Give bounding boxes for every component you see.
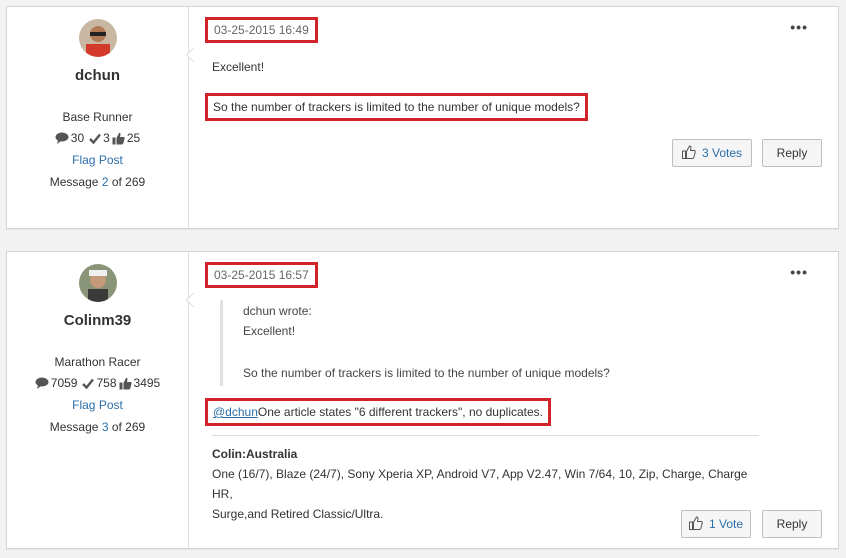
post-2: Colinm39 Marathon Racer 7059 758 3495 Fl… bbox=[6, 251, 839, 549]
message-number[interactable]: 3 bbox=[102, 420, 109, 434]
speech-bubble-icon bbox=[35, 377, 49, 389]
checkmark-icon bbox=[82, 378, 95, 389]
more-options-icon[interactable]: ••• bbox=[790, 264, 808, 280]
quote-line: So the number of trackers is limited to … bbox=[243, 366, 610, 380]
thumbs-up-icon bbox=[112, 132, 125, 145]
post-timestamp: 03-25-2015 16:57 bbox=[205, 262, 318, 288]
avatar[interactable] bbox=[78, 19, 117, 57]
reply-count: 30 bbox=[70, 131, 85, 145]
user-rank: Marathon Racer bbox=[54, 355, 141, 369]
vote-button[interactable]: 3 Votes bbox=[672, 139, 752, 167]
solution-count: 758 bbox=[96, 376, 117, 390]
flag-post-link[interactable]: Flag Post bbox=[7, 398, 188, 412]
signature-line: Surge,and Retired Classic/Ultra. bbox=[212, 507, 384, 521]
highlighted-text: @dchunOne article states "6 different tr… bbox=[205, 398, 551, 426]
reply-count: 7059 bbox=[50, 376, 78, 390]
signature: Colin:Australia One (16/7), Blaze (24/7)… bbox=[212, 435, 759, 524]
more-options-icon[interactable]: ••• bbox=[790, 19, 808, 35]
user-stats: 7059 758 3495 bbox=[7, 376, 188, 390]
thumbs-up-icon bbox=[688, 515, 703, 533]
highlighted-text: So the number of trackers is limited to … bbox=[205, 93, 588, 121]
vote-count: 3 Votes bbox=[701, 146, 743, 160]
vote-button[interactable]: 1 Vote bbox=[681, 510, 751, 538]
message-total: of 269 bbox=[111, 175, 146, 189]
signature-line: One (16/7), Blaze (24/7), Sony Xperia XP… bbox=[212, 467, 748, 501]
kudos-count: 3495 bbox=[133, 376, 161, 390]
message-number[interactable]: 2 bbox=[102, 175, 109, 189]
reply-button[interactable]: Reply bbox=[762, 139, 822, 167]
kudos-count: 25 bbox=[126, 131, 141, 145]
quote-author: dchun wrote: bbox=[243, 304, 312, 318]
username[interactable]: Colinm39 bbox=[7, 312, 188, 329]
post-1: dchun Base Runner 30 3 25 Flag Post Mess… bbox=[6, 6, 839, 229]
thumbs-up-icon bbox=[119, 377, 132, 390]
signature-name: Colin:Australia bbox=[212, 447, 298, 461]
username[interactable]: dchun bbox=[7, 67, 188, 84]
checkmark-icon bbox=[89, 133, 102, 144]
message-count: Message 3 of 269 bbox=[7, 420, 188, 434]
author-panel: dchun Base Runner 30 3 25 Flag Post Mess… bbox=[7, 7, 189, 228]
post-body-text: One article states "6 different trackers… bbox=[257, 405, 543, 419]
vote-count: 1 Vote bbox=[708, 517, 744, 531]
post-content: 03-25-2015 16:49 ••• Excellent! So the n… bbox=[205, 7, 838, 228]
reply-button[interactable]: Reply bbox=[762, 510, 822, 538]
speech-bubble-icon bbox=[55, 132, 69, 144]
message-prefix: Message bbox=[49, 420, 99, 434]
message-count: Message 2 of 269 bbox=[7, 175, 188, 189]
flag-post-link[interactable]: Flag Post bbox=[7, 153, 188, 167]
post-timestamp: 03-25-2015 16:49 bbox=[205, 17, 318, 43]
post-body-line: Excellent! bbox=[212, 60, 265, 74]
solution-count: 3 bbox=[103, 131, 110, 145]
message-total: of 269 bbox=[111, 420, 146, 434]
quote-line: Excellent! bbox=[243, 324, 296, 338]
message-prefix: Message bbox=[49, 175, 99, 189]
user-rank: Base Runner bbox=[62, 110, 133, 124]
user-stats: 30 3 25 bbox=[7, 131, 188, 145]
avatar[interactable] bbox=[78, 264, 117, 302]
post-content: 03-25-2015 16:57 ••• dchun wrote: Excell… bbox=[205, 252, 838, 548]
thumbs-up-icon bbox=[681, 144, 696, 162]
quoted-message: dchun wrote: Excellent! So the number of… bbox=[220, 300, 760, 386]
author-panel: Colinm39 Marathon Racer 7059 758 3495 Fl… bbox=[7, 252, 189, 548]
user-mention-link[interactable]: @dchun bbox=[213, 405, 258, 419]
